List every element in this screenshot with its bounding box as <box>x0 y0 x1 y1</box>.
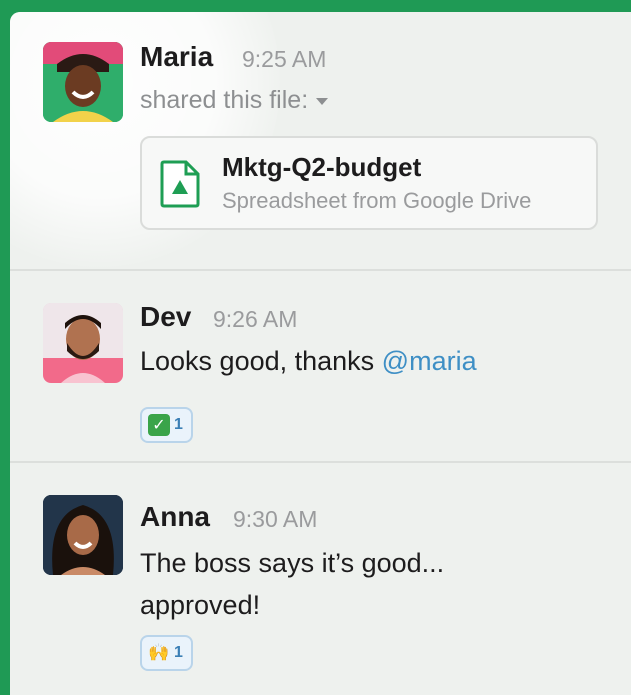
author-name[interactable]: Anna <box>140 501 210 533</box>
share-action: shared this file: <box>140 86 329 115</box>
chevron-down-icon[interactable] <box>316 97 329 105</box>
message-panel: Maria 9:25 AM shared this file: Mktg-Q2-… <box>10 12 631 695</box>
avatar-anna-image <box>43 495 123 575</box>
author-name[interactable]: Maria <box>140 41 213 73</box>
message-maria: Maria 9:25 AM shared this file: Mktg-Q2-… <box>10 12 631 270</box>
avatar-anna[interactable] <box>43 495 123 575</box>
reaction-checkmark[interactable]: ✓ 1 <box>140 407 193 443</box>
message-anna: Anna 9:30 AM The boss says it’s good... … <box>10 463 631 695</box>
avatar-dev[interactable] <box>43 303 123 383</box>
reaction-count: 1 <box>174 644 183 661</box>
raised-hands-icon: 🙌 <box>148 643 170 662</box>
avatar-maria[interactable] <box>43 42 123 122</box>
message-text-line-1: The boss says it’s good... <box>140 548 445 578</box>
reaction-count: 1 <box>174 416 183 433</box>
avatar-dev-image <box>43 303 123 383</box>
timestamp[interactable]: 9:25 AM <box>242 46 326 73</box>
author-name[interactable]: Dev <box>140 301 191 333</box>
message-text-line-2: approved! <box>140 590 261 620</box>
file-attachment[interactable]: Mktg-Q2-budget Spreadsheet from Google D… <box>140 136 598 230</box>
reaction-raised-hands[interactable]: 🙌 1 <box>140 635 193 671</box>
checkmark-icon: ✓ <box>148 414 170 436</box>
file-name[interactable]: Mktg-Q2-budget <box>222 152 421 183</box>
google-sheets-file-icon <box>160 160 200 208</box>
file-source: Spreadsheet from Google Drive <box>222 188 532 213</box>
share-action-label: shared this file: <box>140 86 309 114</box>
avatar-maria-image <box>43 42 123 122</box>
message-text: Looks good, thanks @maria <box>140 339 477 383</box>
timestamp[interactable]: 9:30 AM <box>233 506 317 533</box>
message-body: Looks good, thanks <box>140 346 382 376</box>
timestamp[interactable]: 9:26 AM <box>213 306 297 333</box>
message-dev: Dev 9:26 AM Looks good, thanks @maria ✓ … <box>10 271 631 461</box>
user-mention[interactable]: @maria <box>382 346 477 376</box>
